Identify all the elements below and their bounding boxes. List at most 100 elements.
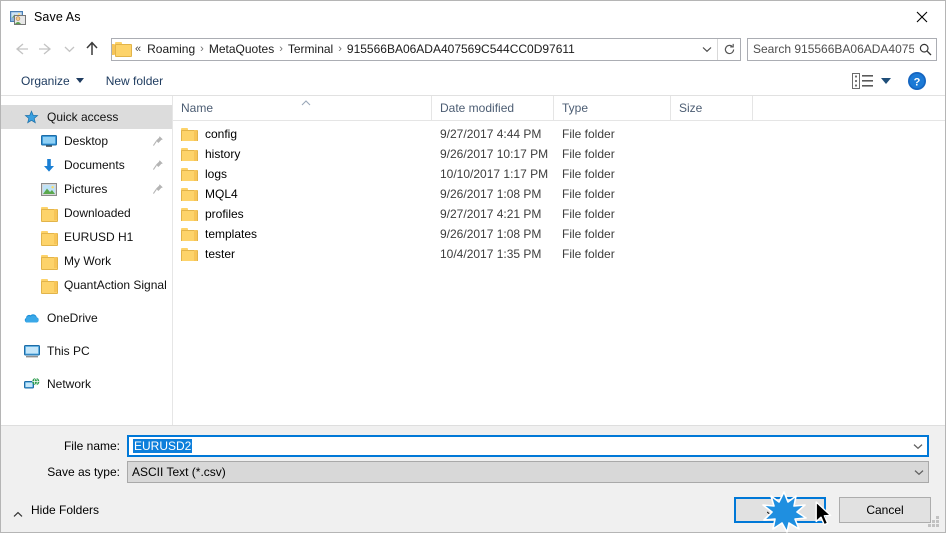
column-header-date-modified[interactable]: Date modified <box>432 96 554 120</box>
hide-folders-label: Hide Folders <box>31 503 100 517</box>
file-name-label: MQL4 <box>205 187 238 201</box>
breadcrumb[interactable]: « Roaming › MetaQuotes › Terminal › 9155… <box>112 41 697 57</box>
table-row[interactable]: templates 9/26/2017 1:08 PM File folder <box>173 224 945 244</box>
pin-icon[interactable] <box>152 135 164 147</box>
file-name-cell: history <box>173 147 432 161</box>
organize-label: Organize <box>21 73 70 88</box>
column-header-type[interactable]: Type <box>554 96 671 120</box>
pin-icon[interactable] <box>152 183 164 195</box>
column-header-label: Size <box>679 101 703 115</box>
resize-grip-icon[interactable] <box>928 516 941 529</box>
file-name-cell: templates <box>173 227 432 241</box>
organize-button[interactable]: Organize <box>15 71 90 91</box>
sidebar-item-label: Documents <box>64 158 125 172</box>
table-row[interactable]: history 9/26/2017 10:17 PM File folder <box>173 144 945 164</box>
recent-locations-button[interactable] <box>59 36 79 62</box>
sidebar-item-quick-access[interactable]: Quick access <box>1 105 172 129</box>
file-name-cell: tester <box>173 247 432 261</box>
folder-icon <box>181 187 198 201</box>
sidebar-item-pictures[interactable]: Pictures <box>1 177 172 201</box>
file-date-cell: 9/27/2017 4:44 PM <box>440 127 542 141</box>
breadcrumb-item-guid[interactable]: 915566BA06ADA407569C544CC0D97611 <box>343 41 579 57</box>
sidebar-item-desktop[interactable]: Desktop <box>1 129 172 153</box>
sidebar-item-quantaction-signal[interactable]: QuantAction Signal <box>1 273 172 297</box>
folder-icon <box>40 205 58 222</box>
table-row[interactable]: tester 10/4/2017 1:35 PM File folder <box>173 244 945 264</box>
table-row[interactable]: config 9/27/2017 4:44 PM File folder <box>173 124 945 144</box>
sidebar-item-eurusd-h1[interactable]: EURUSD H1 <box>1 225 172 249</box>
table-row[interactable]: MQL4 9/26/2017 1:08 PM File folder <box>173 184 945 204</box>
table-row[interactable]: logs 10/10/2017 1:17 PM File folder <box>173 164 945 184</box>
file-date-cell: 10/10/2017 1:17 PM <box>440 167 549 181</box>
refresh-button[interactable] <box>717 38 740 60</box>
file-type-cell: File folder <box>562 187 615 201</box>
address-bar[interactable]: « Roaming › MetaQuotes › Terminal › 9155… <box>111 37 741 61</box>
footer-buttons: Save Cancel <box>734 497 931 523</box>
chevron-down-icon[interactable] <box>881 77 891 84</box>
sidebar-group-divider <box>1 330 172 339</box>
forward-button[interactable] <box>33 36 59 62</box>
up-button[interactable] <box>79 36 105 62</box>
chevron-down-icon[interactable] <box>910 469 928 476</box>
file-name-label: tester <box>205 247 236 261</box>
view-layout-icon[interactable] <box>852 72 874 89</box>
sidebar-item-label: QuantAction Signal <box>64 278 167 292</box>
sidebar-item-label: Network <box>47 377 92 391</box>
save-as-type-select[interactable]: ASCII Text (*.csv) <box>127 461 929 483</box>
column-header-name[interactable]: Name <box>173 96 432 120</box>
save-button[interactable]: Save <box>734 497 826 523</box>
file-type-cell: File folder <box>562 147 615 161</box>
save-as-type-label: Save as type: <box>47 465 120 479</box>
breadcrumb-item-metaquotes[interactable]: MetaQuotes <box>205 41 278 57</box>
search-icon[interactable] <box>914 43 936 56</box>
navigation-bar: « Roaming › MetaQuotes › Terminal › 9155… <box>1 32 945 66</box>
sidebar-item-label: Downloaded <box>64 206 131 220</box>
file-name-cell: profiles <box>173 207 432 221</box>
save-button-label: Save <box>766 503 794 517</box>
file-name-label: history <box>205 147 241 161</box>
table-row[interactable]: profiles 9/27/2017 4:21 PM File folder <box>173 204 945 224</box>
folder-icon <box>40 229 58 246</box>
file-list: Name Date modified Type Size config 9/27… <box>173 96 945 425</box>
file-date-cell: 9/27/2017 4:21 PM <box>440 207 542 221</box>
close-button[interactable] <box>899 1 945 32</box>
sidebar-item-documents[interactable]: Documents <box>1 153 172 177</box>
sidebar-item-my-work[interactable]: My Work <box>1 249 172 273</box>
star-icon <box>23 109 40 126</box>
help-icon[interactable]: ? <box>907 71 927 91</box>
file-name-cell: config <box>173 127 432 141</box>
breadcrumb-item-terminal[interactable]: Terminal <box>284 41 337 57</box>
save-as-dialog: Save As « Roaming › MetaQuotes › Termina… <box>0 0 946 533</box>
breadcrumb-item-roaming[interactable]: Roaming <box>143 41 199 57</box>
desktop-icon <box>40 133 57 150</box>
search-input[interactable]: Search 915566BA06ADA40756... <box>747 37 937 61</box>
file-type-cell: File folder <box>562 227 615 241</box>
column-header-label: Type <box>562 101 589 115</box>
column-header-size[interactable]: Size <box>671 96 753 120</box>
breadcrumb-overflow[interactable]: « <box>134 43 143 55</box>
file-type-cell: File folder <box>562 167 615 181</box>
address-dropdown-button[interactable] <box>697 39 717 60</box>
sidebar-item-network[interactable]: Network <box>1 372 172 396</box>
pin-icon[interactable] <box>152 159 164 171</box>
dialog-body: Quick access Desktop Documents Pictures … <box>1 96 945 426</box>
folder-icon <box>181 227 198 241</box>
file-name-label: templates <box>205 227 258 241</box>
hide-folders-button[interactable]: Hide Folders <box>13 503 99 517</box>
back-button[interactable] <box>7 36 33 62</box>
file-name-input[interactable]: EURUSD2 <box>127 435 929 457</box>
sidebar-item-label: Pictures <box>64 182 108 196</box>
file-name-label: File name: <box>63 439 120 453</box>
sidebar-item-downloaded[interactable]: Downloaded <box>1 201 172 225</box>
cancel-button[interactable]: Cancel <box>839 497 931 523</box>
chevron-down-icon[interactable] <box>909 443 927 450</box>
save-form: File name: EURUSD2 Save as type: ASCII T… <box>1 426 945 488</box>
navigation-sidebar: Quick access Desktop Documents Pictures … <box>1 96 173 425</box>
new-folder-button[interactable]: New folder <box>100 71 169 91</box>
search-placeholder: Search 915566BA06ADA40756... <box>753 42 914 56</box>
sort-ascending-icon <box>301 95 311 106</box>
file-name-row: File name: EURUSD2 <box>1 435 945 457</box>
documents-icon <box>40 157 57 174</box>
sidebar-item-this-pc[interactable]: This PC <box>1 339 172 363</box>
sidebar-item-onedrive[interactable]: OneDrive <box>1 306 172 330</box>
